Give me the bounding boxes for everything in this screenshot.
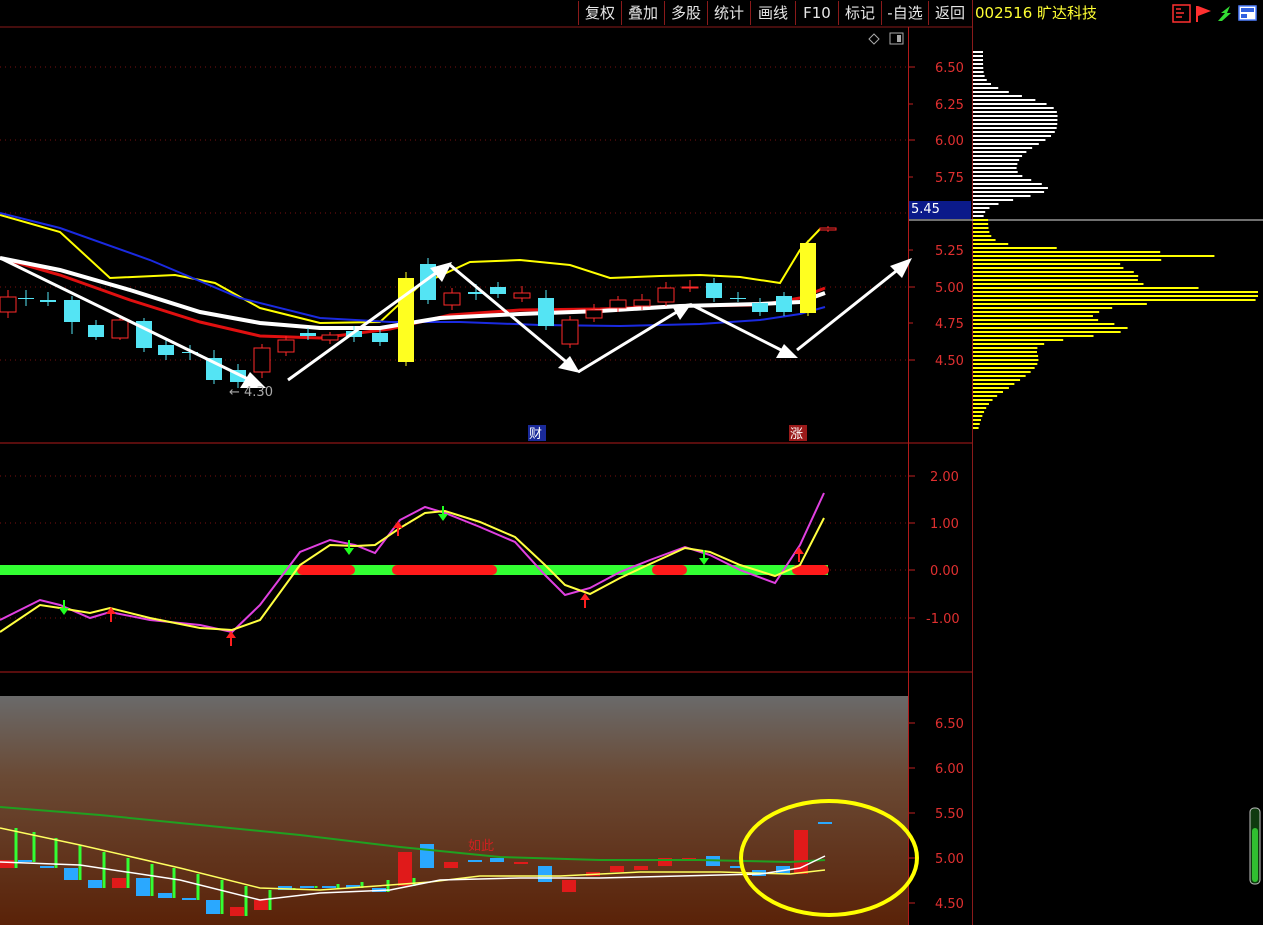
candle bbox=[64, 300, 80, 322]
lower-candle bbox=[158, 893, 172, 898]
lower-candle bbox=[112, 878, 126, 888]
candle bbox=[300, 333, 316, 336]
sell-arrow-head bbox=[699, 558, 709, 565]
candle bbox=[706, 283, 722, 298]
lower-candle bbox=[610, 866, 624, 872]
candle bbox=[800, 243, 816, 313]
lower-candle bbox=[490, 858, 504, 862]
candle bbox=[819, 227, 837, 231]
lower-axis-label: 5.00 bbox=[935, 852, 964, 867]
price-axis-label: 5.75 bbox=[935, 171, 964, 186]
lower-candle bbox=[254, 900, 268, 910]
candle bbox=[88, 325, 104, 337]
lower-candle bbox=[40, 866, 54, 868]
lower-candle bbox=[18, 860, 32, 862]
candle bbox=[490, 287, 506, 294]
candle bbox=[321, 334, 339, 341]
lower-candle bbox=[230, 907, 244, 916]
price-axis-label: 5.00 bbox=[935, 281, 964, 296]
candle bbox=[609, 299, 627, 309]
lower-candle bbox=[514, 862, 528, 864]
candle bbox=[372, 333, 388, 342]
lower-candle bbox=[206, 900, 220, 914]
highlight-circle bbox=[739, 799, 919, 917]
lower-candle bbox=[64, 868, 78, 880]
sell-arrow-head bbox=[344, 548, 354, 555]
finance-marker[interactable]: 财 bbox=[529, 427, 542, 442]
candle bbox=[111, 319, 129, 339]
lower-candle bbox=[0, 860, 14, 868]
candle bbox=[561, 319, 579, 345]
lower-axis-label: 6.50 bbox=[935, 717, 964, 732]
candle bbox=[681, 286, 699, 289]
candle bbox=[253, 347, 271, 373]
lower-candle bbox=[136, 878, 150, 896]
lower-candle bbox=[562, 880, 576, 892]
candle bbox=[277, 339, 295, 353]
candle bbox=[0, 296, 17, 313]
osc-axis-label: 1.00 bbox=[930, 517, 959, 532]
lower-candlestick-series bbox=[0, 822, 832, 916]
price-axis-label: 4.75 bbox=[935, 317, 964, 332]
candle bbox=[730, 298, 746, 299]
lower-candle bbox=[538, 866, 552, 882]
low-price-annotation: ← 4.30 bbox=[229, 385, 273, 400]
lower-axis-label: 5.50 bbox=[935, 807, 964, 822]
lower-candle bbox=[398, 852, 412, 886]
candle bbox=[513, 292, 531, 299]
lower-candle bbox=[88, 880, 102, 888]
current-price-label: 5.45 bbox=[909, 201, 971, 219]
kline-chart[interactable]: 6.50 6.25 6.00 5.75 5.25 5.00 4.75 4.50 … bbox=[0, 0, 1263, 925]
lower-ma-green bbox=[0, 806, 826, 864]
sell-arrow-head bbox=[59, 608, 69, 615]
volume-profile bbox=[973, 51, 1258, 429]
candle bbox=[538, 298, 554, 326]
lower-candle bbox=[634, 866, 648, 870]
candle bbox=[752, 303, 768, 312]
price-axis-label: 6.25 bbox=[935, 98, 964, 113]
lower-axis-label: 4.50 bbox=[935, 897, 964, 912]
osc-axis-label: 2.00 bbox=[930, 470, 959, 485]
candle bbox=[657, 287, 675, 303]
lower-candle bbox=[444, 862, 458, 868]
candle bbox=[40, 300, 56, 302]
lower-candle bbox=[300, 886, 314, 888]
signal-arrows bbox=[59, 506, 804, 646]
price-axis-label: 4.50 bbox=[935, 354, 964, 369]
lower-axis-label: 6.00 bbox=[935, 762, 964, 777]
sell-arrow-head bbox=[438, 514, 448, 521]
lower-annotation: 如此 bbox=[468, 838, 494, 854]
lower-candle bbox=[818, 822, 832, 824]
lower-candle bbox=[468, 860, 482, 862]
candle bbox=[443, 292, 461, 306]
candle bbox=[776, 296, 792, 312]
candle bbox=[633, 299, 651, 307]
osc-axis-label: -1.00 bbox=[926, 612, 960, 627]
price-axis-label: 5.25 bbox=[935, 244, 964, 259]
candle bbox=[585, 309, 603, 319]
buy-arrow-head bbox=[226, 631, 236, 638]
lower-candle bbox=[182, 898, 196, 900]
price-axis-label: 6.50 bbox=[935, 61, 964, 76]
price-axis-label: 6.00 bbox=[935, 134, 964, 149]
buy-arrow-head bbox=[393, 521, 403, 528]
osc-axis-label: 0.00 bbox=[930, 564, 959, 579]
lower-candle bbox=[420, 844, 434, 868]
lower-candle bbox=[322, 886, 336, 888]
limit-up-marker[interactable]: 涨 bbox=[790, 427, 803, 442]
candle bbox=[158, 345, 174, 355]
candle bbox=[18, 298, 34, 299]
